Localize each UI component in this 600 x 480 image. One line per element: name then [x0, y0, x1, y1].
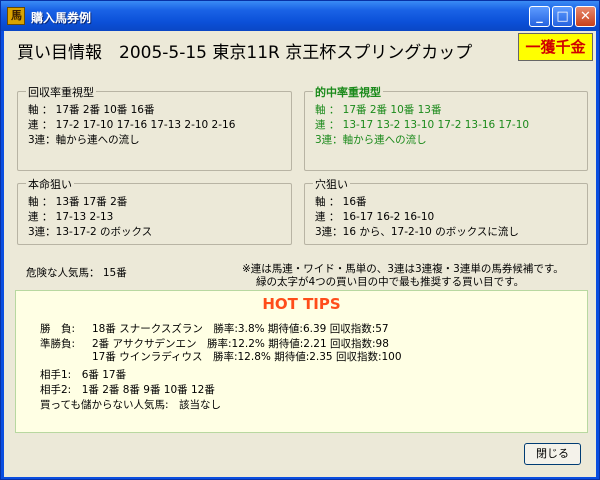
hitrate-group-title: 的中率重視型 [313, 84, 383, 100]
favorite-trio: 3連：13-17-2 のボックス [28, 226, 153, 238]
longshot-trio: 3連：16 から、17-2-10 のボックスに流し [315, 226, 519, 238]
recovery-combo: 連 ： 17-2 17-10 17-16 17-13 2-10 2-16 [28, 119, 236, 131]
page-title: 買い目情報 2005-5-15 東京11R 京王杯スプリングカップ [17, 43, 473, 63]
danger-popular-horse: 危険な人気馬： 15番 [26, 267, 127, 279]
hitrate-trio: 3連：軸から連への流し [315, 134, 427, 146]
maximize-icon: □ [556, 9, 569, 24]
app-icon-glyph: 馬 [11, 9, 22, 22]
hitrate-combo: 連 ： 13-17 13-2 13-10 17-2 13-16 17-10 [315, 119, 530, 131]
legend-note-2: 緑の太字が4つの買い目の中で最も推奨する買い目です。 [256, 276, 525, 288]
favorite-combo: 連 ： 17-13 2-13 [28, 211, 114, 223]
hot-tips-panel: HOT TIPS 勝 負: 18番 スナークスズラン 勝率:3.8% 期待値:6… [15, 290, 588, 433]
partner-2: 相手2: 1番 2番 8番 9番 10番 12番 [40, 384, 215, 396]
partner-1: 相手1: 6番 17番 [40, 369, 127, 381]
recovery-trio: 3連：軸から連への流し [28, 134, 140, 146]
close-button[interactable]: 閉じる [524, 443, 581, 465]
window-title: 購入馬券例 [31, 11, 92, 25]
maximize-button[interactable]: □ [552, 6, 573, 27]
app-horse-icon[interactable]: 馬 [7, 7, 25, 25]
longshot-group: 穴狙い 軸 ： 16番 連 ： 16-17 16-2 16-10 3連：16 か… [304, 176, 588, 245]
hot-tips-title: HOT TIPS [262, 295, 341, 313]
winner-pick: 18番 スナークスズラン 勝率:3.8% 期待値:6.39 回収指数:57 [92, 323, 389, 335]
runnerup-label: 準勝負: [40, 338, 76, 350]
longshot-combo: 連 ： 16-17 16-2 16-10 [315, 211, 435, 223]
close-icon: ✕ [580, 9, 591, 24]
app-window: 馬 購入馬券例 _ □ ✕ 買い目情報 2005-5-15 東京11R 京王杯ス… [0, 0, 600, 480]
dialog-body: 買い目情報 2005-5-15 東京11R 京王杯スプリングカップ 一獲千金 回… [4, 31, 596, 477]
recovery-group-title: 回収率重視型 [26, 84, 96, 100]
title-bar[interactable]: 馬 購入馬券例 _ □ ✕ [1, 1, 599, 31]
close-window-button[interactable]: ✕ [575, 6, 596, 27]
longshot-group-title: 穴狙い [313, 176, 350, 192]
longshot-axis: 軸 ： 16番 [315, 196, 367, 208]
minimize-icon: _ [536, 9, 543, 24]
runnerup-pick-2: 17番 ウインラディウス 勝率:12.8% 期待値:2.35 回収指数:100 [92, 351, 402, 363]
favorite-group-title: 本命狙い [26, 176, 74, 192]
hitrate-axis: 軸 ： 17番 2番 10番 13番 [315, 104, 442, 116]
favorite-group: 本命狙い 軸 ： 13番 17番 2番 連 ： 17-13 2-13 3連：13… [17, 176, 292, 245]
recovery-axis: 軸 ： 17番 2番 10番 16番 [28, 104, 155, 116]
hitrate-group: 的中率重視型 軸 ： 17番 2番 10番 13番 連 ： 13-17 13-2… [304, 84, 588, 171]
favorite-axis: 軸 ： 13番 17番 2番 [28, 196, 128, 208]
recovery-group: 回収率重視型 軸 ： 17番 2番 10番 16番 連 ： 17-2 17-10… [17, 84, 292, 171]
minimize-button[interactable]: _ [529, 6, 550, 27]
unprofitable-favorite: 買っても儲からない人気馬: 該当なし [40, 399, 221, 411]
winner-label: 勝 負: [40, 323, 76, 335]
jackpot-badge: 一獲千金 [518, 33, 593, 61]
